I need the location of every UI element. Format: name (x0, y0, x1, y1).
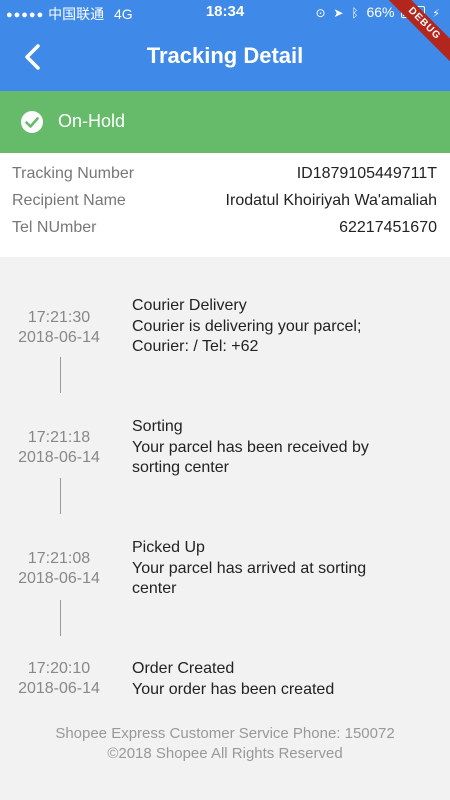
tracking-timeline: 17:21:30 2018-06-14 Courier Delivery Cou… (0, 258, 450, 708)
tel-number-row: Tel NUmber 62217451670 (12, 219, 437, 243)
location-icon: ➤ (333, 6, 344, 20)
timeline-connector (60, 600, 61, 636)
timeline-event: Courier Delivery Courier is delivering y… (132, 296, 432, 358)
timeline-event: Order Created Your order has been create… (132, 659, 432, 700)
charging-icon: ⚡ (432, 8, 440, 20)
event-time: 17:21:18 (27, 429, 91, 446)
event-date: 2018-06-14 (18, 570, 100, 587)
tel-number-label: Tel NUmber (12, 219, 97, 236)
event-description: Your parcel has arrived at sorting (132, 559, 367, 577)
copyright: ©2018 Shopee All Rights Reserved (107, 745, 343, 762)
tracking-number-row: Tracking Number ID1879105449711T (12, 165, 437, 189)
timeline-event: Sorting Your parcel has been received by… (132, 417, 432, 479)
tracking-info-card: Tracking Number ID1879105449711T Recipie… (0, 153, 450, 257)
event-date: 2018-06-14 (18, 680, 100, 697)
tracking-number-label: Tracking Number (12, 165, 135, 182)
timeline-event: Picked Up Your parcel has arrived at sor… (132, 538, 432, 600)
tel-number-value: 62217451670 (339, 219, 437, 236)
event-time: 17:20:10 (27, 660, 91, 677)
timeline-timestamp: 17:21:18 2018-06-14 (0, 428, 118, 468)
status-bar: ●●●●● 中国联通 4G 18:34 ⊙ ➤ ᛒ 66% ⚡ (0, 0, 450, 24)
check-circle-icon (21, 111, 43, 133)
timeline-connector (60, 357, 61, 393)
event-time: 17:21:30 (27, 309, 91, 326)
event-description: center (132, 580, 177, 597)
bluetooth-icon: ᛒ (351, 6, 359, 20)
event-date: 2018-06-14 (18, 449, 100, 466)
event-description: Courier: / Tel: +62 (132, 338, 259, 355)
event-description: Courier is delivering your parcel; (132, 317, 362, 335)
recipient-name-row: Recipient Name Irodatul Khoiriyah Wa'ama… (12, 192, 437, 216)
event-time: 17:21:08 (27, 550, 91, 567)
status-banner: On-Hold (0, 91, 450, 153)
app-bar: Tracking Detail (0, 24, 450, 91)
customer-service-phone: Shopee Express Customer Service Phone: 1… (55, 725, 395, 742)
timeline-timestamp: 17:21:30 2018-06-14 (0, 308, 118, 348)
event-date: 2018-06-14 (18, 329, 100, 346)
orientation-lock-icon: ⊙ (315, 6, 326, 20)
page-title: Tracking Detail (146, 43, 304, 68)
recipient-name-value: Irodatul Khoiriyah Wa'amaliah (225, 192, 437, 209)
event-title: Sorting (132, 418, 183, 435)
timeline-timestamp: 17:21:08 2018-06-14 (0, 549, 118, 589)
event-description: sorting center (132, 459, 229, 476)
timeline-timestamp: 17:20:10 2018-06-14 (0, 659, 118, 699)
event-title: Picked Up (132, 539, 205, 556)
recipient-name-label: Recipient Name (12, 192, 126, 209)
timeline-connector (60, 478, 61, 514)
event-title: Courier Delivery (132, 297, 247, 314)
tracking-number-value: ID1879105449711T (296, 165, 437, 182)
status-label: On-Hold (58, 111, 126, 131)
event-description: Your parcel has been received by (132, 438, 369, 456)
footer: Shopee Express Customer Service Phone: 1… (0, 724, 450, 764)
event-description: Your order has been created (132, 680, 335, 698)
event-title: Order Created (132, 660, 235, 677)
battery-percent: 66% (366, 4, 395, 20)
